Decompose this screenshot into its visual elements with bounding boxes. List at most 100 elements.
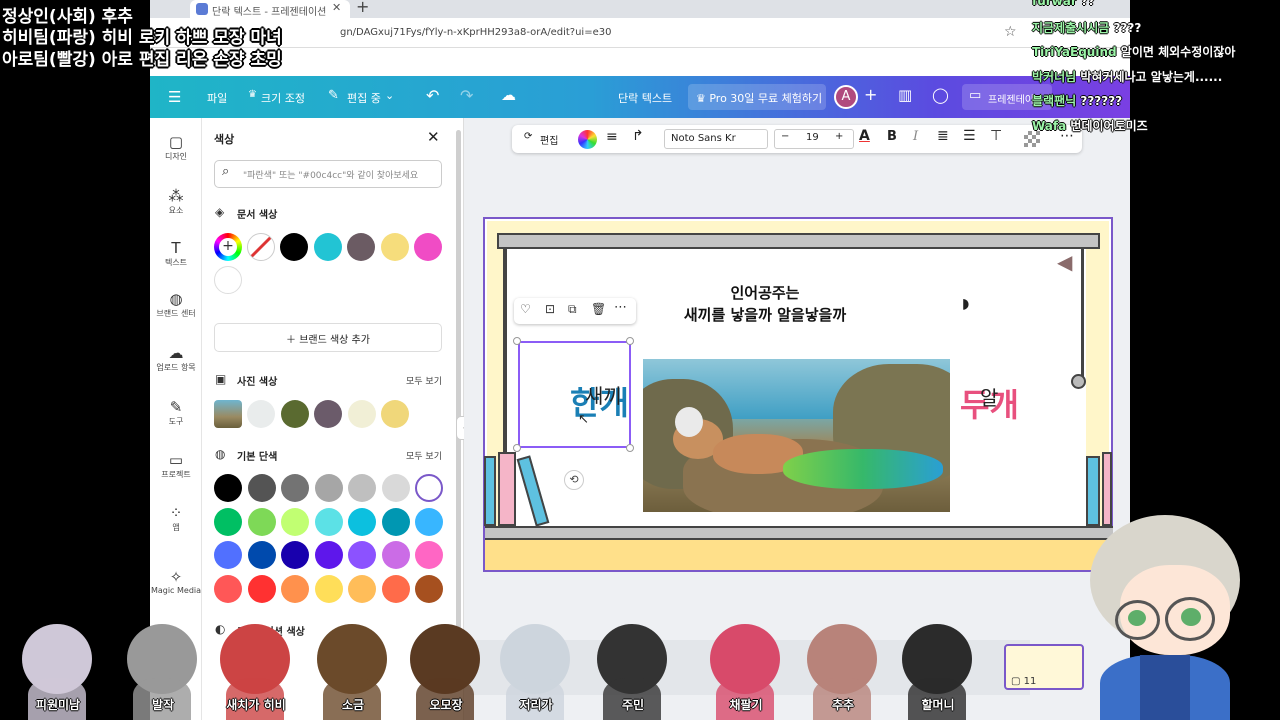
mermaid-photo[interactable] (643, 359, 950, 512)
add-collaborator-icon[interactable]: + (864, 85, 877, 104)
photo-color-swatch[interactable] (381, 400, 409, 428)
redo-icon[interactable]: ↷ (460, 86, 473, 105)
solid-color-swatch[interactable] (314, 507, 343, 536)
solid-color-swatch[interactable] (381, 507, 410, 536)
address-bar[interactable] (150, 18, 1130, 48)
photo-thumbnail[interactable] (214, 400, 242, 428)
close-panel-icon[interactable]: ✕ (427, 128, 440, 146)
font-size-value[interactable]: 19 (806, 132, 819, 143)
undo-icon[interactable]: ↶ (426, 86, 439, 105)
resize-handle[interactable] (513, 444, 521, 452)
sidebar-item-projects[interactable]: ▭ 프로젝트 (150, 451, 202, 480)
solid-color-swatch[interactable] (348, 574, 376, 603)
add-brand-color-button[interactable]: ＋ 브랜드 색상 추가 (214, 323, 442, 352)
insights-chart-icon[interactable]: ▥ (898, 86, 912, 104)
sidebar-item-text[interactable]: T 텍스트 (150, 239, 202, 268)
doc-color-swatch[interactable] (414, 233, 442, 261)
solid-color-swatch[interactable] (314, 474, 343, 502)
solid-color-swatch[interactable] (247, 474, 276, 502)
solid-color-swatch[interactable] (348, 474, 376, 502)
solid-color-swatch[interactable] (214, 574, 242, 603)
browser-tab[interactable]: 단락 텍스트 - 프레젠테이션 (190, 0, 350, 18)
sidebar-item-elements[interactable]: ⁂ 요소 (150, 187, 202, 216)
chevron-down-icon[interactable]: ⌄ (385, 89, 394, 102)
solid-color-swatch[interactable] (381, 474, 410, 502)
document-title[interactable]: 단락 텍스트 (618, 90, 672, 106)
user-avatar[interactable]: A (834, 85, 858, 109)
question-text[interactable]: 인어공주는 새끼를 낳을까 알을낳을까 (620, 282, 910, 326)
solid-color-swatch[interactable] (247, 507, 276, 536)
pro-trial-button[interactable]: ♛ Pro 30일 무료 체험하기 (688, 84, 826, 110)
toolbar-edit-button[interactable]: 편집 (540, 132, 558, 147)
solid-color-swatch[interactable] (415, 507, 443, 536)
trash-icon[interactable]: 🗑 (591, 302, 606, 316)
comment-icon[interactable]: ◯ (932, 86, 949, 104)
resize-handle[interactable] (513, 337, 521, 345)
cloud-saved-icon[interactable]: ☁ (501, 86, 516, 104)
resize-handle[interactable] (626, 444, 634, 452)
comment-add-icon[interactable]: ♡ (520, 302, 531, 316)
no-color-swatch[interactable] (247, 233, 275, 261)
color-search-input[interactable]: "파란색" 또는 "#00c4cc"와 같이 찾아보세요 (214, 160, 442, 188)
solid-color-swatch[interactable] (314, 541, 343, 569)
align-icon[interactable]: ≣ (937, 128, 949, 144)
font-color-icon[interactable]: A (859, 128, 870, 144)
doc-color-swatch[interactable] (280, 233, 308, 261)
add-color-swatch[interactable]: + (214, 233, 242, 261)
selection-box[interactable] (518, 341, 631, 448)
solid-color-swatch[interactable] (415, 474, 443, 502)
solid-color-swatch[interactable] (348, 541, 376, 569)
solid-color-swatch[interactable] (281, 507, 309, 536)
doc-color-swatch[interactable] (380, 233, 409, 261)
italic-icon[interactable]: I (913, 129, 918, 144)
photo-colors-see-all[interactable]: 모두 보기 (406, 374, 442, 387)
sidebar-item-apps[interactable]: ⁘ 앱 (150, 504, 202, 533)
sidebar-item-tools[interactable]: ✎ 도구 (150, 398, 202, 427)
text-color-button[interactable] (578, 130, 597, 149)
bookmark-star-icon[interactable]: ☆ (1004, 24, 1017, 40)
font-size-increase[interactable]: + (835, 131, 843, 142)
resize-button[interactable]: 크기 조정 (261, 90, 305, 106)
solid-color-swatch[interactable] (214, 474, 242, 502)
resize-handle[interactable] (626, 337, 634, 345)
edit-mode-dropdown[interactable]: 편집 중 (347, 90, 381, 106)
photo-color-swatch[interactable] (314, 400, 342, 428)
doc-color-swatch[interactable] (313, 233, 342, 261)
doc-color-swatch[interactable] (214, 266, 242, 294)
doc-color-swatch[interactable] (347, 233, 375, 261)
solid-color-swatch[interactable] (281, 574, 309, 603)
solid-color-swatch[interactable] (247, 574, 276, 603)
solid-color-swatch[interactable] (281, 541, 309, 569)
sidebar-item-upload[interactable]: ☁ 업로드 항목 (150, 344, 202, 373)
duplicate-icon[interactable]: ⧉ (568, 302, 577, 317)
line-weight-icon[interactable]: ≡ (606, 129, 618, 145)
solid-color-swatch[interactable] (415, 541, 443, 569)
rotate-handle-icon[interactable]: ⟲ (564, 470, 584, 490)
solid-color-swatch[interactable] (415, 574, 443, 603)
list-icon[interactable]: ☰ (963, 128, 976, 144)
solid-color-swatch[interactable] (281, 474, 309, 502)
font-size-decrease[interactable]: − (781, 131, 789, 142)
solid-color-swatch[interactable] (381, 574, 410, 603)
solid-color-swatch[interactable] (214, 507, 242, 536)
photo-color-swatch[interactable] (347, 400, 376, 428)
curve-icon[interactable]: ↱ (632, 128, 644, 144)
panel-scrollbar[interactable] (456, 130, 461, 650)
photo-color-swatch[interactable] (247, 400, 275, 428)
tab-close-icon[interactable]: ✕ (332, 1, 341, 14)
solid-color-swatch[interactable] (348, 507, 376, 536)
sidebar-item-design[interactable]: ▢ 디자인 (150, 133, 202, 162)
photo-color-swatch[interactable] (280, 400, 309, 428)
bold-icon[interactable]: B (887, 129, 897, 144)
solid-color-swatch[interactable] (214, 541, 242, 569)
menu-icon[interactable]: ☰ (168, 88, 181, 106)
solid-color-swatch[interactable] (247, 541, 276, 569)
new-tab-icon[interactable]: + (356, 0, 369, 16)
spacing-icon[interactable]: ⊤ (990, 128, 1002, 144)
font-family-dropdown[interactable]: Noto Sans Kr (664, 129, 768, 149)
solid-color-swatch[interactable] (314, 574, 343, 603)
sidebar-item-brand[interactable]: ◍ 브랜드 센터 (150, 290, 202, 319)
solid-color-swatch[interactable] (381, 541, 410, 569)
word-egg[interactable]: 알 (980, 382, 998, 411)
more-icon[interactable]: ⋯ (614, 300, 627, 315)
